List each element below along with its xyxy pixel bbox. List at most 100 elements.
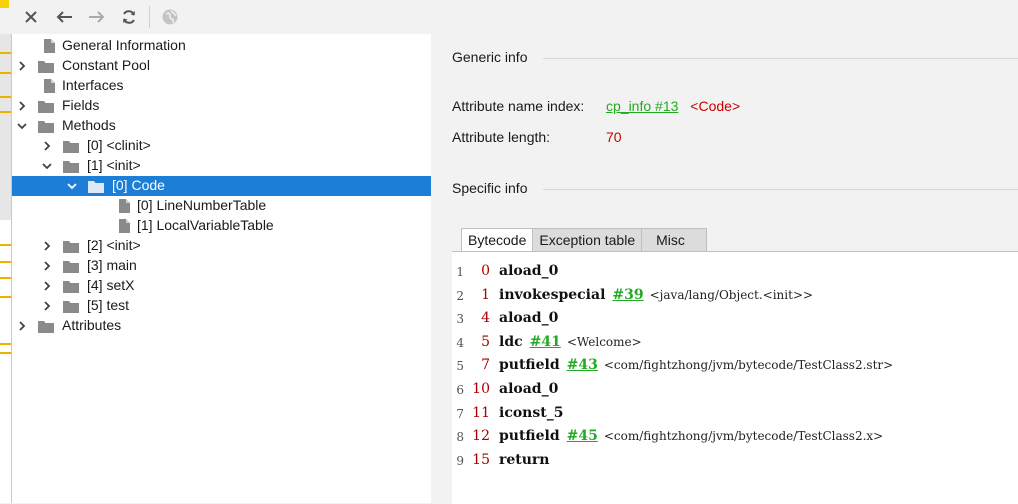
opcode: iconst_5 xyxy=(499,405,563,421)
back-button[interactable] xyxy=(51,4,77,30)
tab-bytecode[interactable]: Bytecode xyxy=(461,228,534,252)
tree-item[interactable]: [0] LineNumberTable xyxy=(12,196,431,216)
folder-icon xyxy=(38,61,54,73)
chevron-right-icon[interactable] xyxy=(41,300,53,312)
chevron-right-icon[interactable] xyxy=(16,320,28,332)
tree-item[interactable]: Methods xyxy=(12,116,431,136)
specific-info-divider xyxy=(543,189,1018,190)
class-structure-tree: General Information Constant Pool Interfac… xyxy=(12,34,431,503)
tree-item-label: Methods xyxy=(62,117,116,133)
tree-item[interactable]: [3] main xyxy=(12,256,431,276)
opcode-text: ldc xyxy=(499,333,523,350)
folder-icon xyxy=(63,241,79,253)
edge-marker-top xyxy=(0,0,9,8)
opcode-text: putfield xyxy=(499,357,560,374)
file-icon xyxy=(119,219,130,233)
web-button[interactable] xyxy=(157,4,183,30)
edge-marker xyxy=(0,244,11,246)
opcode-text: aload_0 xyxy=(499,381,559,397)
tree-item[interactable]: Fields xyxy=(12,96,431,116)
opcode: aload_0 xyxy=(499,381,558,397)
opcode: invokespecial #39 <java/lang/Object.<init>… xyxy=(499,287,813,303)
opcode: putfield #45 <com/fightzhong/jvm/bytecode/… xyxy=(499,428,883,444)
edge-marker xyxy=(0,261,11,263)
bytecode-line: 8 12 putfield #45 <com/fightzhong/jvm/byteco… xyxy=(452,425,1018,448)
tree-item[interactable]: [0] <clinit> xyxy=(12,136,431,156)
chevron-down-icon[interactable] xyxy=(16,120,28,132)
tree-item[interactable]: [4] setX xyxy=(12,276,431,296)
folder-icon xyxy=(38,121,54,133)
edge-marker xyxy=(0,343,11,345)
bytecode-offset: 5 xyxy=(481,333,490,350)
forward-button[interactable] xyxy=(84,4,110,30)
tree-item[interactable]: [0] Code xyxy=(12,176,431,196)
chevron-right-icon[interactable] xyxy=(16,60,28,72)
constant-pool-ref-link[interactable]: #39 xyxy=(612,287,643,303)
back-arrow-icon xyxy=(56,11,72,23)
tree-item[interactable]: [5] test xyxy=(12,296,431,316)
bytecode-line: 5 7 putfield #43 <com/fightzhong/jvm/bytecod… xyxy=(452,354,1018,377)
line-number: 1 xyxy=(456,265,464,279)
tree-item[interactable]: Constant Pool xyxy=(12,56,431,76)
tree-item-label: [0] <clinit> xyxy=(87,137,151,153)
tree-item-label: Fields xyxy=(62,97,100,113)
tree-item-label: Constant Pool xyxy=(62,57,150,73)
close-icon xyxy=(25,11,37,23)
refresh-button[interactable] xyxy=(116,4,142,30)
refresh-icon xyxy=(123,10,135,24)
opcode-text: putfield xyxy=(499,428,560,445)
constant-pool-ref-link[interactable]: #45 xyxy=(567,428,598,444)
edge-marker xyxy=(0,111,11,113)
tab-exception-table[interactable]: Exception table xyxy=(532,228,643,252)
edge-marker xyxy=(0,72,11,74)
bytecode-comment: <com/fightzhong/jvm/bytecode/TestClass2.… xyxy=(603,358,894,373)
bytecode-offset: 11 xyxy=(472,404,490,421)
specific-info-tabs: Bytecode Exception table Misc xyxy=(461,228,708,252)
file-icon xyxy=(44,39,55,53)
opcode: putfield #43 <com/fightzhong/jvm/bytecode/… xyxy=(499,357,893,373)
chevron-right-icon[interactable] xyxy=(41,240,53,252)
line-number: 5 xyxy=(456,359,464,374)
folder-icon xyxy=(63,161,79,173)
folder-icon xyxy=(38,101,54,113)
tree-item[interactable]: Interfaces xyxy=(12,76,431,96)
cp-info-link[interactable]: cp_info #13 xyxy=(606,98,678,114)
generic-info-title: Generic info xyxy=(452,49,528,65)
edge-marker xyxy=(0,277,11,279)
bytecode-comment: <Welcome> xyxy=(566,334,642,349)
generic-info-divider xyxy=(543,58,1018,59)
forward-arrow-icon xyxy=(89,11,105,23)
tree-item[interactable]: [2] <init> xyxy=(12,236,431,256)
chevron-right-icon[interactable] xyxy=(41,280,53,292)
bytecode-line: 2 1 invokespecial #39 <java/lang/Object.<ini… xyxy=(452,284,1018,307)
opcode-text: iconst_5 xyxy=(499,404,564,421)
tab-misc[interactable]: Misc xyxy=(641,228,708,252)
globe-icon xyxy=(162,9,178,25)
tree-item[interactable]: Attributes xyxy=(12,316,431,336)
constant-pool-ref-link[interactable]: #43 xyxy=(567,357,598,373)
specific-info-title: Specific info xyxy=(452,180,528,196)
constant-pool-ref-link[interactable]: #41 xyxy=(530,334,561,350)
close-button[interactable] xyxy=(18,4,44,30)
tree-item-label: [0] LineNumberTable xyxy=(137,197,267,213)
tree-item[interactable]: [1] <init> xyxy=(12,156,431,176)
tree-item[interactable]: [1] LocalVariableTable xyxy=(12,216,431,236)
chevron-right-icon[interactable] xyxy=(16,100,28,112)
attribute-name-index-value: cp_info #13 <Code> xyxy=(606,98,740,114)
chevron-down-icon[interactable] xyxy=(66,180,78,192)
bytecode-offset: 1 xyxy=(481,286,490,303)
edge-marker xyxy=(0,352,11,354)
folder-icon xyxy=(88,181,104,193)
tree-item[interactable]: General Information xyxy=(12,36,431,56)
folder-icon xyxy=(63,301,79,313)
bytecode-offset: 4 xyxy=(481,310,490,327)
bytecode-line: 7 11 iconst_5 xyxy=(452,402,1018,425)
opcode-text: aload_0 xyxy=(499,263,559,279)
chevron-right-icon[interactable] xyxy=(41,140,53,152)
folder-icon xyxy=(38,321,54,333)
line-number: 6 xyxy=(456,383,464,397)
chevron-down-icon[interactable] xyxy=(41,160,53,172)
opcode-text: invokespecial xyxy=(499,286,606,303)
chevron-right-icon[interactable] xyxy=(41,260,53,272)
detail-pane: Generic info Attribute name index: cp_in… xyxy=(433,34,1018,504)
